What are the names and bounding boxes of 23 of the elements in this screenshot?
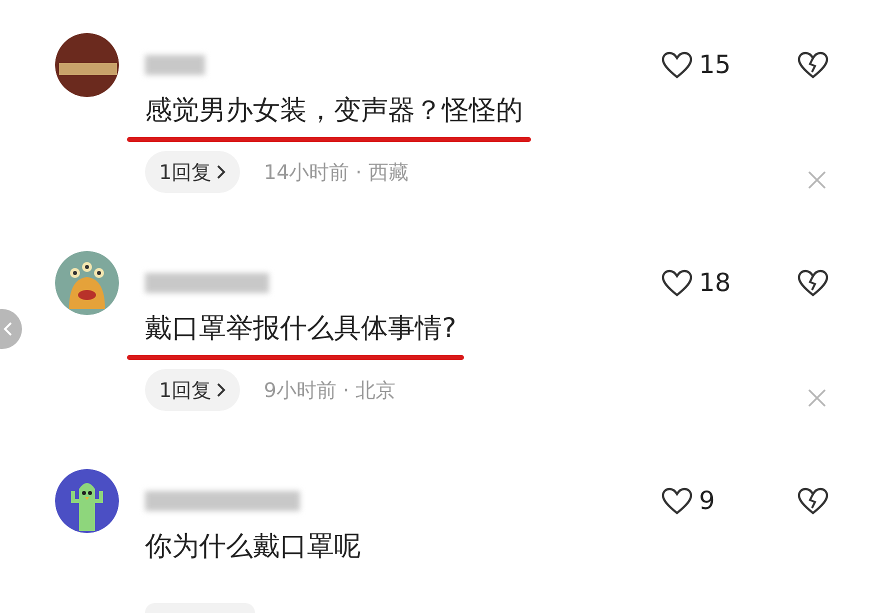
cactus-avatar	[55, 469, 119, 533]
replies-button[interactable]: 1回复	[145, 151, 240, 193]
like-count: 18	[699, 267, 732, 300]
comment-text: 戴口罩举报什么具体事情?	[145, 313, 456, 344]
broken-heart-icon[interactable]	[797, 51, 829, 79]
chevron-icon	[216, 165, 226, 179]
monster-avatar	[55, 251, 119, 315]
time-location: 14小时前 · 西藏	[264, 159, 408, 186]
replies-button[interactable]: 1回复	[145, 369, 240, 411]
chevron-icon	[216, 383, 226, 397]
comment-text: 感觉男办女装，变声器？怪怪的	[145, 95, 523, 126]
chevron-left-icon	[3, 322, 13, 336]
broken-heart-icon[interactable]	[797, 269, 829, 297]
heart-icon[interactable]	[661, 51, 693, 79]
blurred-username	[145, 55, 205, 75]
time-location: 9小时前 · 北京	[264, 377, 396, 404]
like-count: 9	[699, 485, 716, 518]
avatar-photo	[55, 33, 119, 97]
like-count: 15	[699, 49, 732, 82]
broken-heart-icon[interactable]	[797, 487, 829, 515]
heart-icon[interactable]	[661, 269, 693, 297]
comment-text: 你为什么戴口罩呢	[145, 531, 361, 562]
heart-icon[interactable]	[661, 487, 693, 515]
